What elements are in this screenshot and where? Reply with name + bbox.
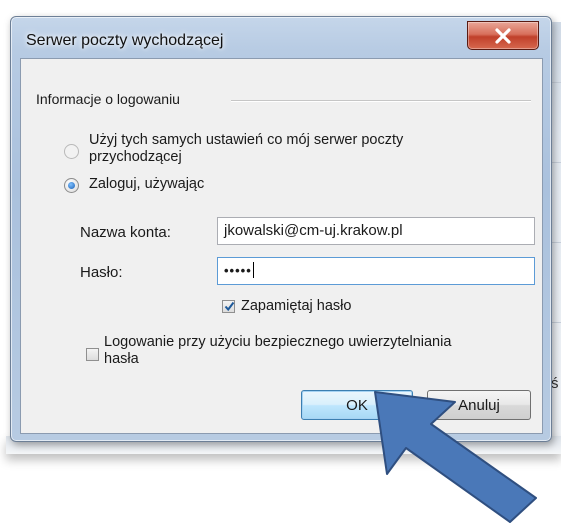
ok-button[interactable]: OK (301, 390, 413, 420)
same-settings-label-line1: Użyj tych samych ustawień co mój serwer … (89, 132, 404, 148)
close-icon (495, 27, 511, 44)
secure-auth-label-line1: Logowanie przy użyciu bezpiecznego uwier… (104, 334, 452, 350)
close-button[interactable] (467, 21, 539, 50)
secure-auth-label: Logowanie przy użyciu bezpiecznego uwier… (104, 334, 451, 368)
dialog-title: Serwer poczty wychodzącej (26, 32, 224, 49)
same-settings-label: Użyj tych samych ustawień co mój serwer … (89, 132, 403, 166)
background-text-fragment: ś (551, 375, 559, 392)
checkmark-icon (224, 301, 235, 312)
same-settings-radio[interactable] (64, 144, 79, 159)
login-info-group-label: Informacje o logowaniu (36, 91, 186, 107)
secure-auth-label-line2: hasła (104, 351, 139, 367)
title-bar[interactable]: Serwer poczty wychodzącej (11, 17, 551, 59)
account-name-input[interactable]: jkowalski@cm-uj.krakow.pl (217, 217, 535, 245)
same-settings-label-line2: przychodzącej (89, 149, 182, 165)
outgoing-server-dialog: Serwer poczty wychodzącej Informacje o l… (10, 16, 552, 442)
account-name-label: Nazwa konta: (80, 224, 171, 241)
text-caret (252, 262, 254, 278)
password-label: Hasło: (80, 264, 123, 281)
remember-password-label: Zapamiętaj hasło (241, 298, 352, 314)
cancel-button[interactable]: Anuluj (427, 390, 531, 420)
login-using-label: Zaloguj, używając (89, 176, 205, 192)
group-divider (231, 100, 531, 102)
dialog-content: Informacje o logowaniu Użyj tych samych … (20, 58, 543, 434)
secure-auth-checkbox[interactable] (86, 348, 99, 361)
login-using-radio[interactable] (64, 178, 79, 193)
password-mask: ••••• (224, 263, 252, 278)
remember-password-checkbox[interactable] (222, 300, 235, 313)
password-input[interactable]: ••••• (217, 257, 535, 285)
